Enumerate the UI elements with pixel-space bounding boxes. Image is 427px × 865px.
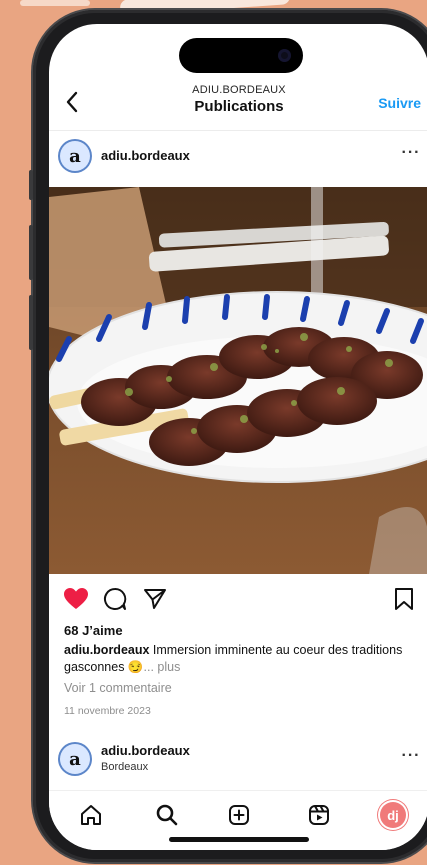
tab-home[interactable] (77, 801, 105, 829)
account-name: ADIU.BORDEAUX (192, 84, 286, 96)
bookmark-icon (395, 588, 413, 610)
top-navigation: ADIU.BORDEAUX Publications Suivre (49, 80, 427, 126)
background-streak-small (20, 0, 90, 6)
follow-button[interactable]: Suivre (378, 95, 421, 111)
avatar[interactable]: a (60, 141, 90, 171)
avatar-letter: a (69, 748, 81, 770)
view-comments-link[interactable]: Voir 1 commentaire (64, 681, 172, 695)
more-options-icon[interactable]: ··· (399, 747, 423, 767)
bottom-tab-bar: dj (49, 790, 427, 850)
post-photo[interactable] (49, 187, 427, 574)
post-caption: adiu.bordeaux Immersion imminente au coe… (64, 642, 414, 676)
avatar[interactable]: a (60, 744, 90, 774)
comment-icon (104, 587, 127, 610)
profile-avatar: dj (380, 802, 406, 828)
caption-more-link[interactable]: ... plus (144, 660, 181, 674)
next-post-username[interactable]: adiu.bordeaux (101, 743, 190, 758)
phone-screen: ADIU.BORDEAUX Publications Suivre a adiu… (49, 24, 427, 850)
phone-volume-up (29, 225, 33, 280)
create-icon (229, 805, 249, 825)
send-icon (144, 589, 166, 609)
phone-side-button (29, 170, 33, 200)
next-post-location[interactable]: Bordeaux (101, 761, 148, 773)
tab-reels[interactable] (305, 801, 333, 829)
camera-icon (278, 49, 291, 62)
save-button[interactable] (393, 587, 415, 616)
share-button[interactable] (143, 587, 167, 616)
reels-icon (309, 805, 329, 825)
phone-volume-down (29, 295, 33, 350)
tab-profile[interactable]: dj (379, 801, 407, 829)
comment-button[interactable] (103, 587, 127, 616)
post-username[interactable]: adiu.bordeaux (101, 148, 190, 163)
food-photo-illustration (49, 187, 427, 574)
avatar-letter: a (69, 145, 81, 167)
tab-search[interactable] (153, 801, 181, 829)
caption-username[interactable]: adiu.bordeaux (64, 643, 149, 657)
home-icon (81, 805, 101, 825)
post-date: 11 novembre 2023 (64, 705, 151, 717)
header-divider (49, 130, 427, 131)
search-icon (156, 804, 178, 826)
dynamic-island (179, 38, 303, 73)
like-count[interactable]: 68 J’aime (64, 623, 123, 638)
home-indicator[interactable] (169, 837, 309, 842)
more-options-icon[interactable]: ··· (399, 144, 423, 164)
phone-frame: ADIU.BORDEAUX Publications Suivre a adiu… (29, 10, 427, 862)
next-post-header: a adiu.bordeaux Bordeaux ··· (49, 741, 427, 781)
page-title: Publications (194, 98, 284, 115)
like-button[interactable] (63, 587, 89, 616)
post-header: a adiu.bordeaux ··· (49, 138, 427, 178)
heart-icon (64, 588, 88, 609)
tab-create[interactable] (225, 801, 253, 829)
post-actions (49, 587, 427, 617)
